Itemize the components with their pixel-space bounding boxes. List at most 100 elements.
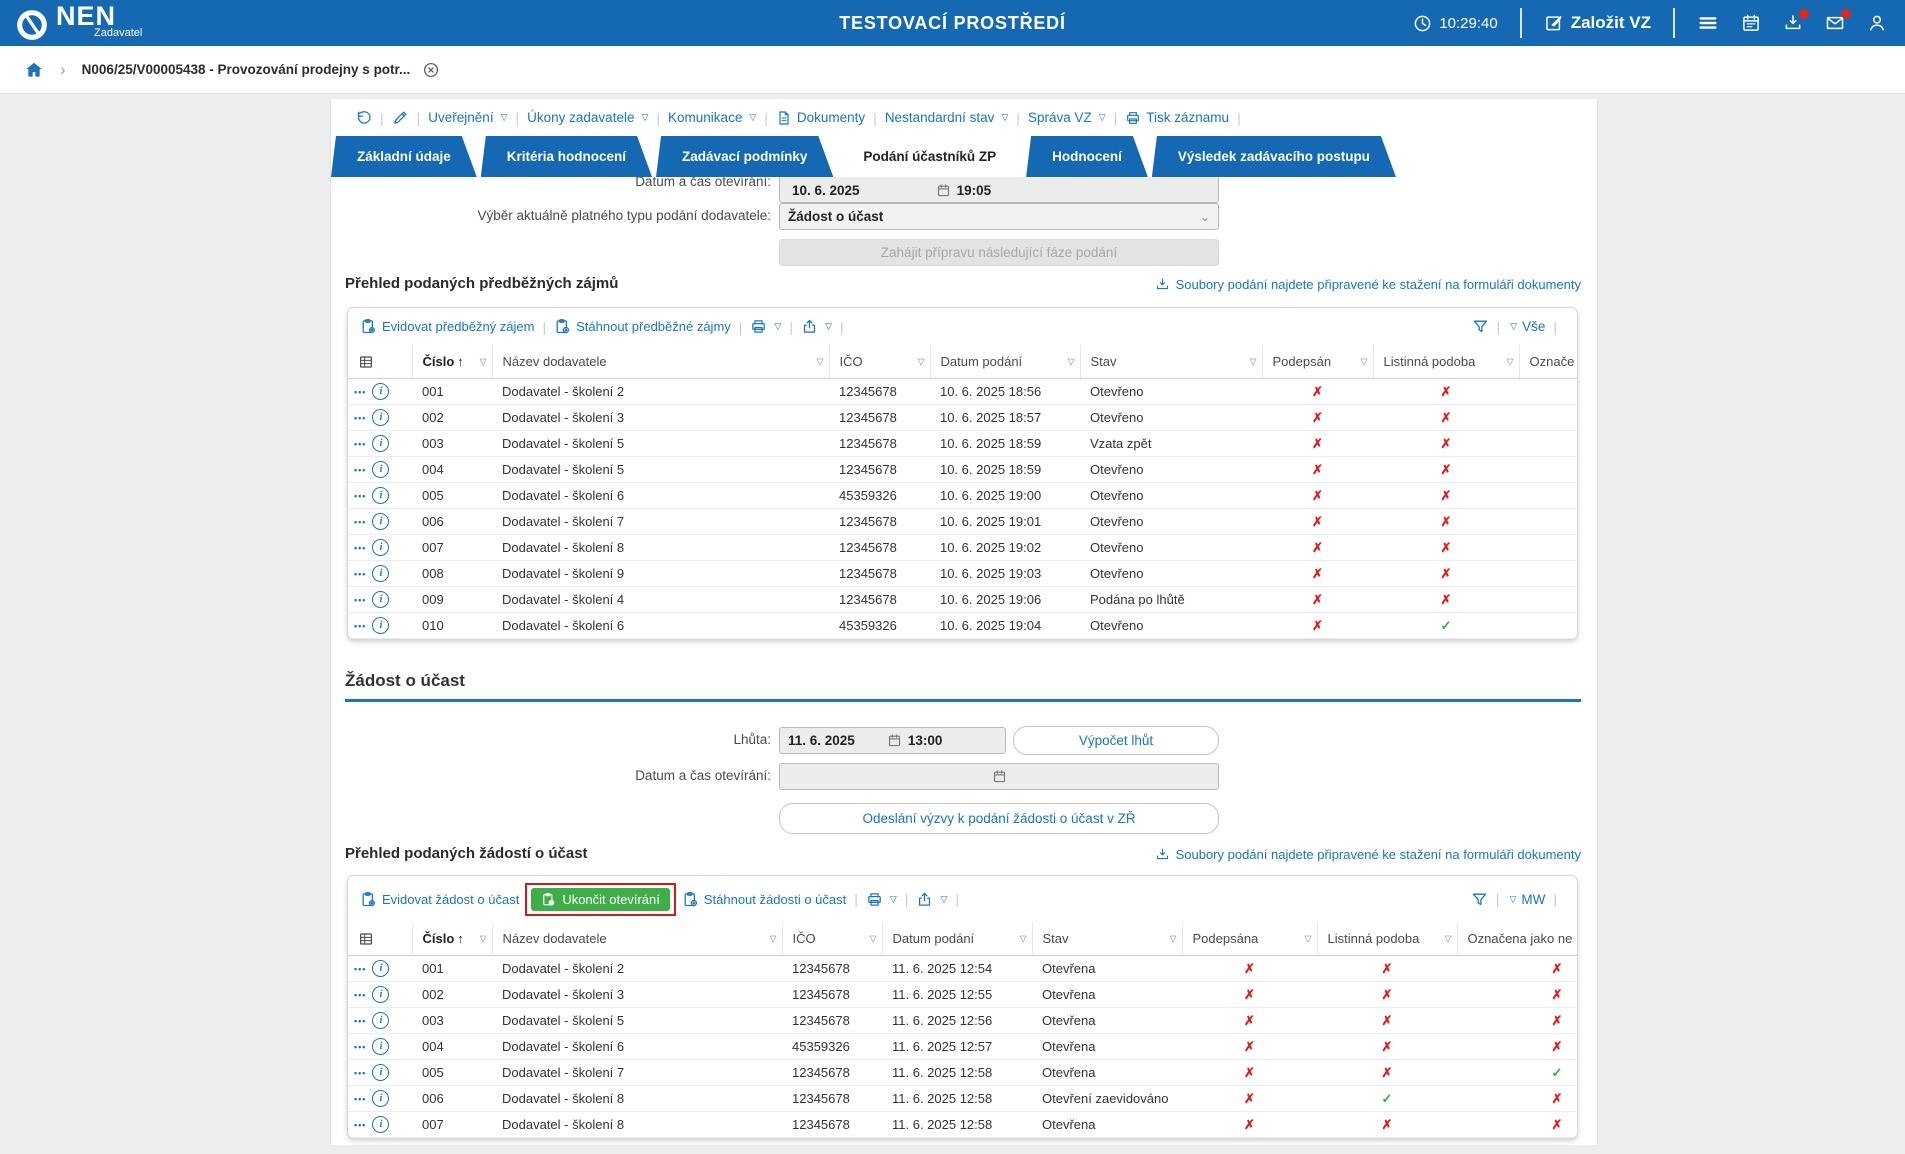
column-header-stav[interactable]: Stav ▽: [1031, 922, 1182, 956]
toolbar-item-5[interactable]: Správa VZ ▽: [1028, 110, 1106, 125]
row-menu-button[interactable]: •••: [354, 621, 366, 631]
filter-caret-icon[interactable]: ▽: [1305, 933, 1312, 944]
column-header-podepsana[interactable]: Podepsána ▽: [1181, 922, 1317, 956]
row-info-button[interactable]: i: [372, 383, 390, 401]
row-menu-button[interactable]: •••: [354, 990, 366, 1000]
filter-caret-icon[interactable]: ▽: [1445, 933, 1452, 944]
calendar-button[interactable]: [1741, 13, 1761, 33]
filter-preset[interactable]: ▽ Vše: [1508, 319, 1545, 334]
row-info-button[interactable]: i: [372, 487, 390, 505]
column-header-oznacena[interactable]: Označe▽: [1518, 345, 1577, 379]
row-menu-button[interactable]: •••: [354, 964, 366, 974]
home-icon[interactable]: [24, 60, 44, 80]
files-download-link[interactable]: Soubory podání najdete připravené ke sta…: [1155, 847, 1581, 862]
open-datetime2-field[interactable]: [779, 763, 1219, 790]
table-row[interactable]: ••• i 007 Dodavatel - školení 8 12345678 10. …: [348, 534, 1577, 561]
column-header-listinna[interactable]: Listinná podoba ▽: [1372, 345, 1519, 379]
history-button[interactable]: [355, 109, 372, 126]
row-info-button[interactable]: i: [372, 565, 390, 583]
filter-caret-icon[interactable]: ▽: [480, 356, 487, 367]
toolbar-item-6[interactable]: Tisk záznamu: [1125, 110, 1229, 126]
row-info-button[interactable]: i: [372, 513, 390, 531]
stahnout-zajmy-button[interactable]: Stáhnout předběžné zájmy: [554, 318, 731, 335]
tab-0[interactable]: Základní údaje: [331, 136, 477, 177]
tab-1[interactable]: Kritéria hodnocení: [481, 136, 652, 177]
toolbar-item-3[interactable]: Dokumenty: [776, 110, 865, 126]
column-header-ico[interactable]: IČO ▽: [781, 922, 882, 956]
user-profile-button[interactable]: [1867, 13, 1887, 33]
row-info-button[interactable]: i: [372, 409, 390, 427]
row-menu-button[interactable]: •••: [354, 595, 366, 605]
filter-caret-icon[interactable]: ▽: [918, 356, 925, 367]
table-row[interactable]: ••• i 004 Dodavatel - školení 5 12345678 10. …: [348, 456, 1577, 483]
toolbar-item-4[interactable]: Nestandardní stav ▽: [885, 110, 1008, 125]
breadcrumb-record[interactable]: N006/25/V00005438 - Provozování prodejny…: [82, 62, 411, 77]
table-row[interactable]: ••• i 006 Dodavatel - školení 7 12345678 10. …: [348, 508, 1577, 535]
row-menu-button[interactable]: •••: [354, 1068, 366, 1078]
messages-button[interactable]: [1825, 9, 1851, 33]
close-record-icon[interactable]: [422, 61, 440, 79]
row-info-button[interactable]: i: [372, 960, 390, 978]
filter-caret-icon[interactable]: ▽: [1507, 356, 1514, 367]
row-info-button[interactable]: i: [372, 1064, 390, 1082]
row-info-button[interactable]: i: [372, 1012, 390, 1030]
brand[interactable]: NEN Zadavatel: [14, 3, 142, 43]
row-menu-button[interactable]: •••: [354, 413, 366, 423]
export-button[interactable]: ▽: [801, 318, 832, 335]
table-row[interactable]: ••• i 002 Dodavatel - školení 3 12345678 11. …: [348, 981, 1577, 1008]
row-menu-button[interactable]: •••: [354, 569, 366, 579]
column-header-nazev[interactable]: Název dodavatele ▽: [491, 922, 782, 956]
evidovat-zajem-button[interactable]: Evidovat předběžný zájem: [360, 318, 534, 335]
table-row[interactable]: ••• i 006 Dodavatel - školení 8 12345678 11. …: [348, 1085, 1577, 1112]
filter-caret-icon[interactable]: ▽: [1361, 356, 1368, 367]
table-row[interactable]: ••• i 001 Dodavatel - školení 2 12345678 10. …: [348, 378, 1577, 405]
export-button[interactable]: ▽: [916, 891, 947, 908]
column-header-actions[interactable]: [348, 922, 412, 956]
column-header-podepsan[interactable]: Podepsán ▽: [1261, 345, 1373, 379]
row-info-button[interactable]: i: [372, 435, 390, 453]
column-header-actions[interactable]: [348, 345, 412, 379]
ukoncit-otevirani-button[interactable]: Ukončit otevírání: [531, 887, 670, 911]
filter-caret-icon[interactable]: ▽: [870, 933, 877, 944]
toolbar-item-1[interactable]: Úkony zadavatele ▽: [527, 110, 648, 125]
row-info-button[interactable]: i: [372, 539, 390, 557]
row-menu-button[interactable]: •••: [354, 491, 366, 501]
row-info-button[interactable]: i: [372, 986, 390, 1004]
row-info-button[interactable]: i: [372, 1090, 390, 1108]
main-menu-button[interactable]: [1697, 12, 1719, 34]
next-phase-button[interactable]: Zahájit přípravu následující fáze podání: [779, 239, 1219, 266]
row-menu-button[interactable]: •••: [354, 1016, 366, 1026]
filter-caret-icon[interactable]: ▽: [480, 933, 487, 944]
print-button[interactable]: ▽: [750, 318, 781, 335]
edit-record-button[interactable]: [392, 109, 409, 126]
odeslani-vyzvy-button[interactable]: Odeslání výzvy k podání žádosti o účast …: [779, 803, 1219, 834]
filter-caret-icon[interactable]: ▽: [1250, 356, 1257, 367]
toolbar-item-0[interactable]: Uveřejnění ▽: [428, 110, 507, 125]
column-header-stav[interactable]: Stav ▽: [1079, 345, 1262, 379]
column-header-cislo[interactable]: Číslo ↑ ▽: [411, 345, 492, 379]
table-row[interactable]: ••• i 007 Dodavatel - školení 8 12345678 11. …: [348, 1111, 1577, 1138]
filter-caret-icon[interactable]: ▽: [817, 356, 824, 367]
table-row[interactable]: ••• i 001 Dodavatel - školení 2 12345678 11. …: [348, 955, 1577, 982]
table-row[interactable]: ••• i 005 Dodavatel - školení 7 12345678 11. …: [348, 1059, 1577, 1086]
row-info-button[interactable]: i: [372, 591, 390, 609]
filter-caret-icon[interactable]: ▽: [1068, 356, 1075, 367]
column-header-listinna[interactable]: Listinná podoba ▽: [1316, 922, 1457, 956]
row-menu-button[interactable]: •••: [354, 465, 366, 475]
row-menu-button[interactable]: •••: [354, 517, 366, 527]
column-header-cislo[interactable]: Číslo ↑ ▽: [411, 922, 492, 956]
evidovat-zadost-button[interactable]: Evidovat žádost o účast: [360, 891, 519, 908]
column-header-ico[interactable]: IČO ▽: [828, 345, 930, 379]
table-row[interactable]: ••• i 010 Dodavatel - školení 6 45359326 10. …: [348, 612, 1577, 639]
table-row[interactable]: ••• i 003 Dodavatel - školení 5 12345678 10. …: [348, 430, 1577, 457]
downloads-button[interactable]: [1783, 9, 1809, 33]
lhuta-field[interactable]: 11. 6. 2025 13:00: [779, 727, 1006, 754]
tab-4[interactable]: Hodnocení: [1026, 136, 1148, 177]
row-menu-button[interactable]: •••: [354, 1120, 366, 1130]
tab-2[interactable]: Zadávací podmínky: [656, 136, 833, 177]
filter-caret-icon[interactable]: ▽: [1020, 933, 1027, 944]
row-menu-button[interactable]: •••: [354, 1042, 366, 1052]
column-header-nazev[interactable]: Název dodavatele ▽: [491, 345, 829, 379]
print-button[interactable]: ▽: [866, 891, 897, 908]
table-row[interactable]: ••• i 004 Dodavatel - školení 6 45359326 11. …: [348, 1033, 1577, 1060]
